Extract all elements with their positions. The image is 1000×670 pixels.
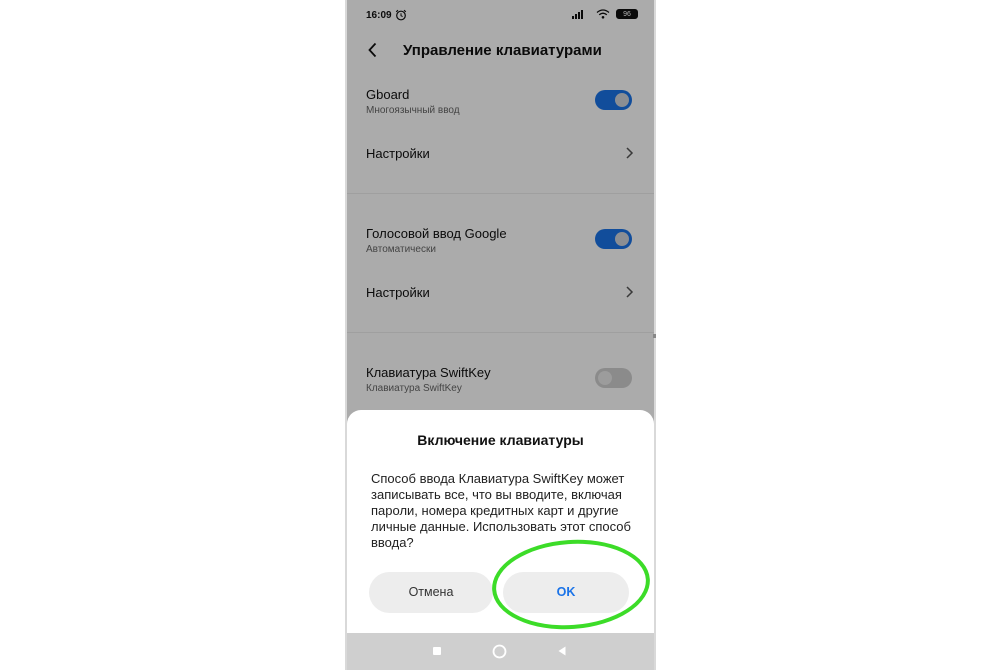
square-icon[interactable] xyxy=(430,644,444,658)
triangle-back-icon[interactable] xyxy=(555,644,569,658)
cancel-button[interactable]: Отмена xyxy=(369,572,493,613)
dialog-title: Включение клавиатуры xyxy=(417,432,584,448)
system-nav-bar xyxy=(347,633,654,670)
dialog-message: Способ ввода Клавиатура SwiftKey может з… xyxy=(371,471,631,550)
circle-icon[interactable] xyxy=(492,644,507,659)
frame-mark xyxy=(653,334,656,338)
